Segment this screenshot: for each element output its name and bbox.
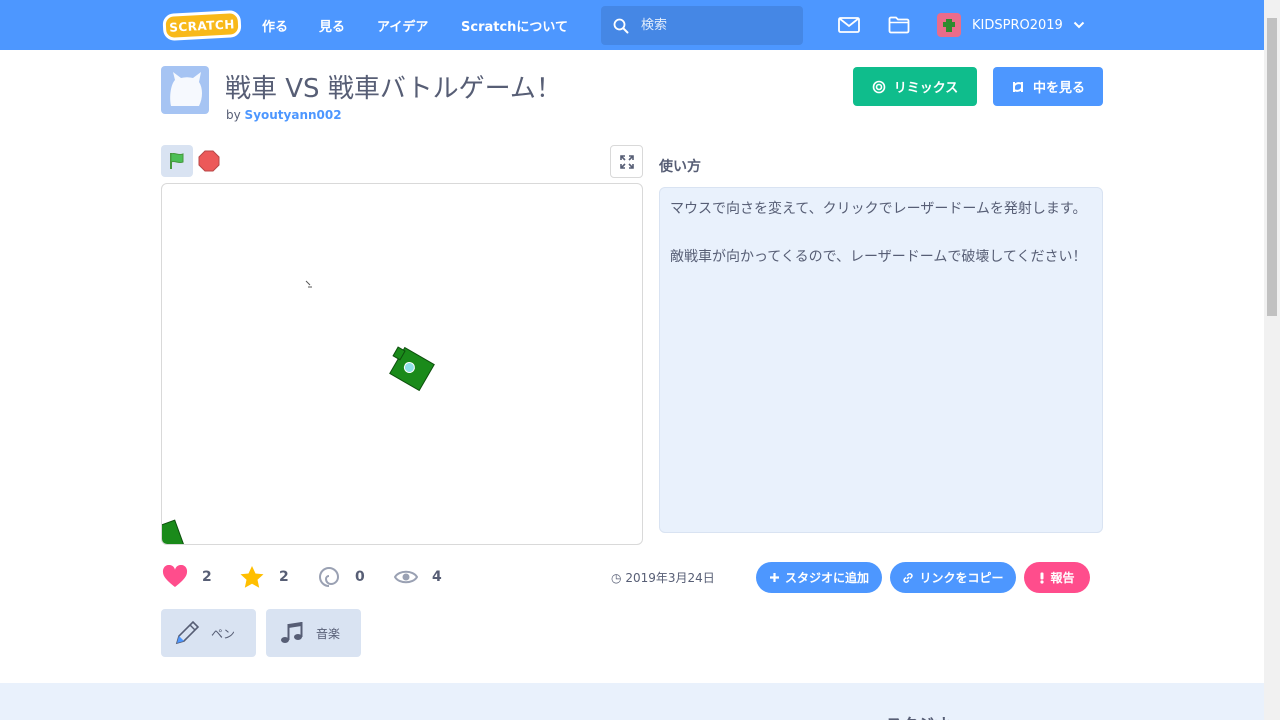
cursor-sprite: [305, 280, 312, 288]
extension-pen: ペン: [161, 609, 256, 657]
messages-icon[interactable]: [838, 17, 860, 33]
music-notes-icon: [281, 622, 303, 643]
star-icon: [240, 566, 264, 588]
logo-text: SCRATCH: [168, 16, 236, 35]
search-input[interactable]: [641, 14, 791, 36]
nav-explore[interactable]: 見る: [319, 0, 345, 50]
nav-about[interactable]: Scratchについて: [461, 0, 568, 50]
remix-icon: [872, 80, 885, 93]
byline: by Syoutyann002: [226, 108, 342, 122]
author-avatar[interactable]: [161, 66, 209, 114]
remix-button[interactable]: リミックス: [853, 67, 977, 106]
project-stage[interactable]: [161, 183, 643, 545]
fullscreen-icon: [619, 154, 634, 169]
add-to-studio-button[interactable]: スタジオに追加: [756, 562, 882, 593]
music-label: 音楽: [316, 626, 341, 641]
player-tank-sprite: [389, 346, 435, 392]
stop-button-icon[interactable]: [198, 150, 220, 172]
love-stat[interactable]: 2: [162, 565, 212, 589]
stage-canvas: [162, 280, 435, 544]
remix-stat: 0: [317, 565, 365, 589]
username: KIDSPRO2019: [972, 17, 1063, 33]
enemy-tank-sprite: [162, 519, 185, 544]
by-label: by: [226, 108, 241, 122]
remix-label: リミックス: [893, 81, 959, 96]
chevron-down-icon: [1073, 21, 1085, 29]
extension-music: 音楽: [266, 609, 361, 657]
copy-link-button[interactable]: リンクをコピー: [890, 562, 1016, 593]
search-box: [601, 6, 803, 45]
green-flag-icon: [170, 152, 184, 169]
report-label: 報告: [1050, 571, 1075, 585]
share-date: ◷ 2019年3月24日: [611, 569, 715, 586]
date-text: 2019年3月24日: [625, 571, 715, 585]
exclamation-icon: [1040, 572, 1045, 584]
pen-label: ペン: [211, 626, 236, 641]
my-stuff-folder-icon[interactable]: [888, 16, 910, 34]
instructions-text: マウスで向さを変えて、クリックでレーザードームを発射します。 敵戦車が向かってく…: [659, 187, 1103, 533]
account-menu[interactable]: KIDSPRO2019: [937, 13, 1085, 37]
see-inside-icon: [1012, 81, 1023, 92]
report-button[interactable]: 報告: [1024, 562, 1090, 593]
search-icon: [613, 18, 629, 34]
scratch-logo[interactable]: SCRATCH: [162, 9, 242, 42]
remix-swirl-icon: [319, 567, 340, 587]
nav-create[interactable]: 作る: [262, 0, 288, 50]
page-scrollbar[interactable]: [1264, 0, 1280, 720]
user-avatar: [937, 13, 961, 37]
favorite-count: 2: [279, 569, 289, 585]
see-inside-label: 中を見る: [1032, 81, 1085, 96]
view-count: 4: [432, 569, 442, 585]
nav-ideas[interactable]: アイデア: [377, 0, 428, 50]
link-icon: [903, 572, 914, 583]
instructions-heading: 使い方: [659, 159, 701, 175]
eye-icon: [394, 570, 418, 584]
heart-icon: [162, 565, 188, 587]
pen-icon: [175, 620, 200, 645]
fullscreen-button[interactable]: [610, 145, 643, 178]
scrollbar-thumb[interactable]: [1267, 18, 1277, 316]
copy-link-label: リンクをコピー: [919, 571, 1004, 585]
author-link[interactable]: Syoutyann002: [245, 108, 342, 122]
studios-heading: スタジオ: [886, 711, 950, 720]
love-count: 2: [202, 569, 212, 585]
see-inside-button[interactable]: 中を見る: [993, 67, 1103, 106]
remix-count: 0: [355, 569, 365, 585]
green-flag-button[interactable]: [161, 145, 193, 177]
top-navbar: SCRATCH 作る 見る アイデア Scratchについて KIDSPRO20…: [0, 0, 1264, 50]
view-stat: 4: [394, 565, 442, 589]
favorite-stat[interactable]: 2: [239, 565, 289, 589]
page: SCRATCH 作る 見る アイデア Scratchについて KIDSPRO20…: [0, 0, 1280, 720]
add-to-studio-label: スタジオに追加: [784, 571, 869, 585]
plus-icon: [769, 573, 779, 582]
related-section: [0, 683, 1264, 720]
clock-icon: ◷: [611, 571, 622, 585]
project-title[interactable]: 戦車 VS 戦車バトルゲーム！: [225, 68, 562, 105]
